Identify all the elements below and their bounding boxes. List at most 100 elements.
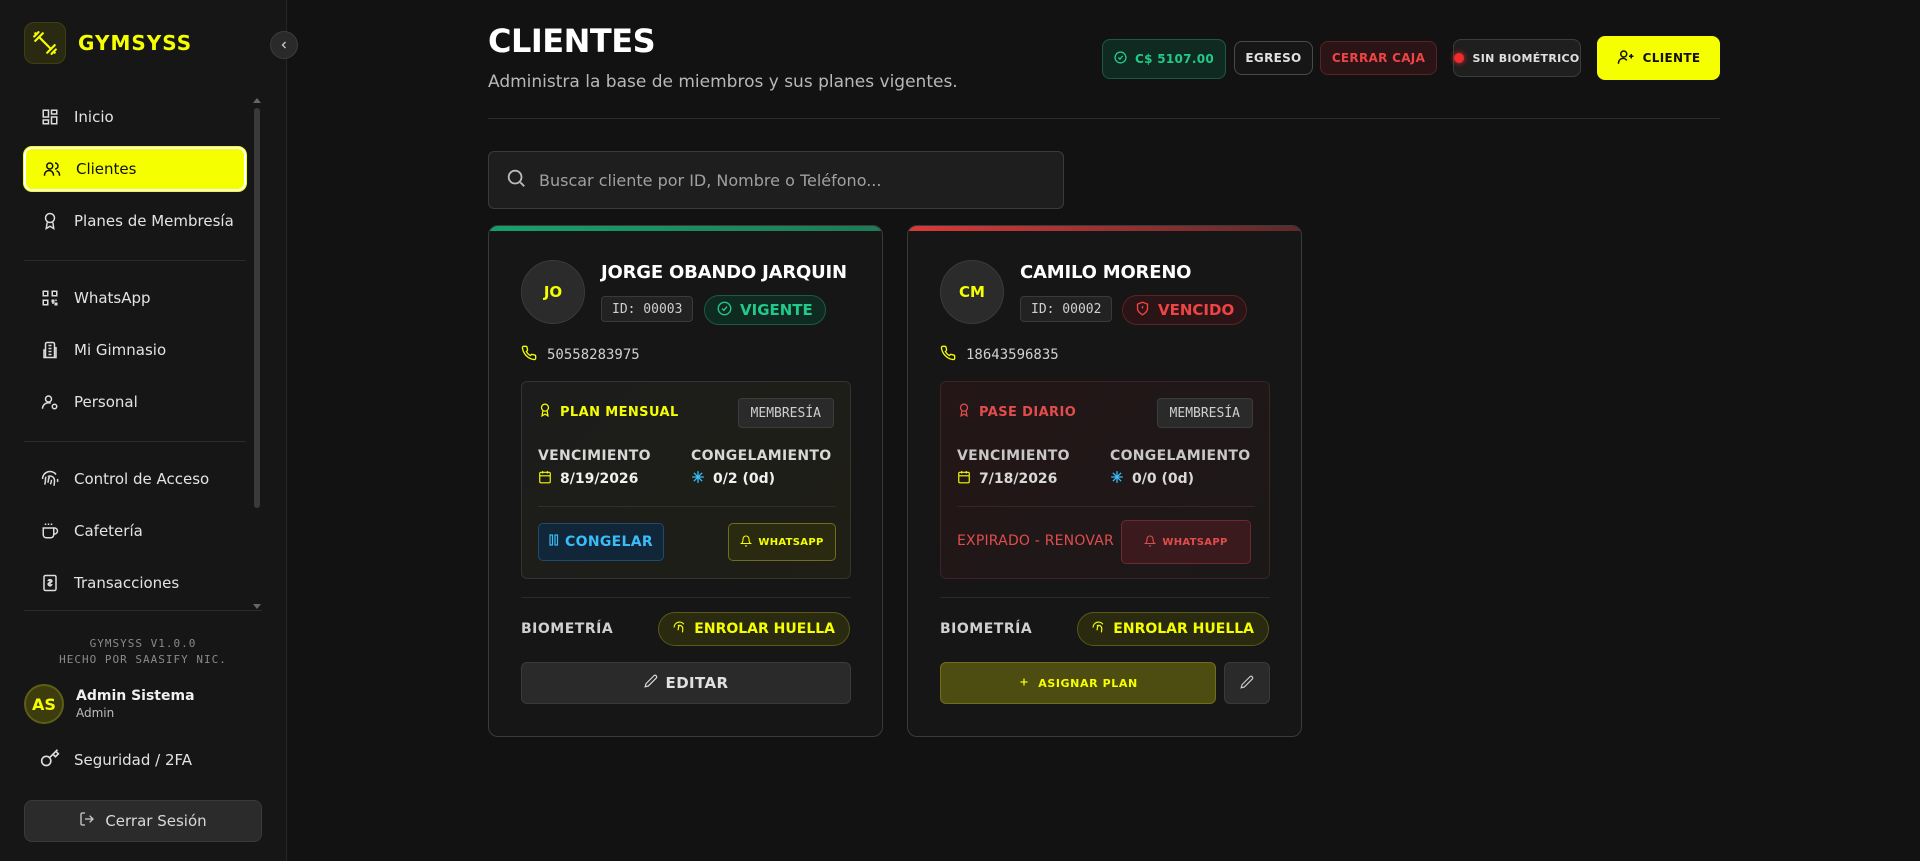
enroll-fingerprint-button[interactable]: ENROLAR HUELLA	[658, 612, 850, 646]
whatsapp-button[interactable]: WHATSAPP	[1121, 520, 1251, 564]
logout-icon	[79, 811, 95, 831]
add-client-label: CLIENTE	[1642, 51, 1701, 65]
sidebar-item-inicio[interactable]: Inicio	[24, 95, 246, 139]
card-status-bar	[908, 226, 1301, 231]
sidebar-item-planes[interactable]: Planes de Membresía	[24, 199, 246, 243]
card-divider	[521, 597, 851, 598]
nav-divider	[24, 260, 246, 261]
edit-client-button[interactable]: EDITAR	[521, 662, 851, 704]
sidebar-item-label: WhatsApp	[74, 289, 151, 307]
edit-label: EDITAR	[665, 674, 729, 692]
qr-code-icon	[40, 288, 60, 308]
status-dot-icon	[1454, 53, 1465, 63]
sidebar-item-transacciones[interactable]: Transacciones	[24, 561, 246, 605]
avatar: AS	[24, 684, 64, 724]
receipt-icon	[40, 573, 60, 593]
assign-plan-label: ASIGNAR PLAN	[1038, 676, 1138, 690]
logout-label: Cerrar Sesión	[105, 812, 207, 830]
security-label: Seguridad / 2FA	[74, 751, 192, 769]
users-icon	[42, 159, 62, 179]
plan-name-label: PLAN MENSUAL	[560, 404, 679, 420]
status-label: VIGENTE	[740, 301, 813, 319]
sidebar-item-label: Cafetería	[74, 522, 143, 540]
phone-number: 18643596835	[966, 347, 1059, 363]
plan-divider	[538, 506, 836, 507]
sidebar-item-personal[interactable]: Personal	[24, 380, 246, 424]
bell-icon	[740, 535, 753, 550]
fingerprint-icon	[1092, 621, 1105, 638]
check-circle-icon	[717, 301, 732, 320]
sidebar-item-mi-gimnasio[interactable]: Mi Gimnasio	[24, 328, 246, 372]
client-avatar: CM	[940, 260, 1004, 324]
client-avatar: JO	[521, 260, 585, 324]
freeze-value: 0/0 (0d)	[1110, 470, 1194, 488]
phone-icon	[940, 345, 956, 365]
fingerprint-icon	[673, 621, 686, 638]
sidebar-scrollbar[interactable]	[254, 108, 260, 508]
client-card: JO JORGE OBANDO JARQUIN ID: 00003 VIGENT…	[488, 225, 883, 737]
expiration-label: VENCIMIENTO	[957, 448, 1070, 464]
bell-icon	[1144, 535, 1157, 550]
card-divider	[940, 597, 1270, 598]
search-input[interactable]	[539, 170, 1039, 190]
sidebar-item-whatsapp[interactable]: WhatsApp	[24, 276, 246, 320]
sidebar-item-cafeteria[interactable]: Cafetería	[24, 509, 246, 553]
whatsapp-button[interactable]: WHATSAPP	[728, 523, 836, 561]
calendar-icon	[538, 470, 552, 488]
pencil-icon	[1240, 674, 1254, 693]
calendar-icon	[957, 470, 971, 488]
fingerprint-icon	[40, 469, 60, 489]
whatsapp-label: WHATSAPP	[1162, 536, 1228, 548]
client-name: CAMILO MORENO	[1020, 262, 1192, 283]
shield-alert-icon	[1135, 301, 1150, 320]
plan-divider	[957, 506, 1255, 507]
sidebar-item-control-acceso[interactable]: Control de Acceso	[24, 457, 246, 501]
egreso-button[interactable]: EGRESO	[1234, 41, 1313, 75]
collapse-sidebar-button[interactable]	[270, 31, 298, 59]
header-divider	[488, 118, 1720, 119]
cerrar-caja-button[interactable]: CERRAR CAJA	[1320, 41, 1437, 75]
biometric-status-button[interactable]: SIN BIOMÉTRICO	[1453, 39, 1581, 77]
user-profile[interactable]: AS Admin Sistema Admin	[24, 684, 195, 724]
cash-balance-button[interactable]: C$ 5107.00	[1102, 39, 1226, 79]
plan-name: PASE DIARIO	[957, 403, 1076, 421]
edit-client-button[interactable]	[1224, 662, 1270, 704]
scroll-up-arrow[interactable]	[253, 98, 261, 103]
enroll-fingerprint-button[interactable]: ENROLAR HUELLA	[1077, 612, 1269, 646]
app: GYMSYSS Inicio Clientes Planes de Membre…	[0, 0, 1920, 861]
expired-note: EXPIRADO - RENOVAR	[957, 533, 1114, 549]
version-label: GYMSYSS V1.0.0	[89, 637, 197, 650]
dumbbell-icon	[24, 22, 66, 64]
sidebar-item-label: Personal	[74, 393, 138, 411]
pause-icon	[549, 534, 559, 550]
add-client-button[interactable]: CLIENTE	[1597, 36, 1720, 80]
client-id: ID: 00002	[1020, 296, 1113, 322]
sidebar-item-clientes[interactable]: Clientes	[24, 147, 246, 191]
freeze-value: 0/2 (0d)	[691, 470, 775, 488]
page-title: CLIENTES	[488, 22, 656, 60]
snowflake-icon	[1110, 470, 1124, 488]
nav-divider	[24, 610, 262, 611]
sidebar-item-label: Planes de Membresía	[74, 212, 234, 230]
grid-icon	[40, 107, 60, 127]
brand[interactable]: GYMSYSS	[24, 22, 192, 64]
membership-tag: MEMBRESÍA	[1156, 398, 1253, 428]
freeze-label: CONGELAMIENTO	[1110, 448, 1251, 464]
security-2fa-link[interactable]: Seguridad / 2FA	[40, 748, 192, 772]
expiration-value: 8/19/2026	[538, 470, 638, 488]
assign-plan-button[interactable]: ASIGNAR PLAN	[940, 662, 1216, 704]
brand-name: GYMSYSS	[78, 31, 193, 55]
phone-number: 50558283975	[547, 347, 640, 363]
award-icon	[40, 211, 60, 231]
user-cog-icon	[40, 392, 60, 412]
whatsapp-label: WHATSAPP	[758, 536, 824, 548]
enroll-label: ENROLAR HUELLA	[1113, 621, 1254, 637]
freeze-button-label: CONGELAR	[565, 534, 653, 550]
sidebar-item-label: Transacciones	[74, 574, 180, 592]
logout-button[interactable]: Cerrar Sesión	[24, 800, 262, 842]
scroll-down-arrow[interactable]	[253, 604, 261, 609]
freeze-button[interactable]: CONGELAR	[538, 523, 664, 561]
snowflake-icon	[691, 470, 705, 488]
coffee-icon	[40, 521, 60, 541]
award-icon	[957, 403, 971, 421]
